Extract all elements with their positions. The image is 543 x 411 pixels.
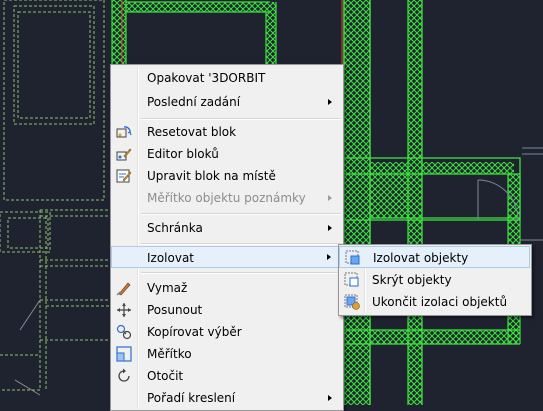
menu-item-edit-in-place[interactable]: Upravit blok na místě bbox=[111, 165, 342, 187]
submenu-arrow-icon bbox=[328, 99, 332, 105]
menu-item-label: Pořadí kreslení bbox=[147, 391, 236, 405]
menu-item-erase[interactable]: Vymaž bbox=[111, 277, 342, 299]
menu-item-label: Schránka bbox=[147, 221, 203, 235]
submenu-item-end-isolation[interactable]: Ukončit izolaci objektů bbox=[339, 291, 530, 313]
menu-item-isolate[interactable]: Izolovat bbox=[111, 246, 342, 268]
menu-item-label: Opakovat '3DORBIT bbox=[147, 71, 266, 85]
menu-separator bbox=[141, 213, 341, 215]
submenu-arrow-icon bbox=[328, 395, 332, 401]
move-icon bbox=[117, 303, 131, 317]
block-editor-icon bbox=[116, 148, 132, 161]
context-menu: Opakovat '3DORBIT Poslední zadání Reseto… bbox=[110, 64, 344, 411]
left-wall bbox=[111, 0, 127, 64]
submenu-item-isolate-objects[interactable]: Izolovat objekty bbox=[339, 246, 530, 268]
copy-icon bbox=[116, 324, 132, 340]
menu-item-label: Editor bloků bbox=[147, 147, 219, 161]
menu-item-label: Skrýt objekty bbox=[372, 273, 452, 287]
menu-item-label: Posunout bbox=[147, 303, 203, 317]
menu-item-move[interactable]: Posunout bbox=[111, 299, 342, 321]
menu-item-annotation-scale: Měřítko objektu poznámky bbox=[111, 187, 342, 209]
erase-icon bbox=[116, 282, 131, 296]
menu-item-reset-block[interactable]: Resetovat blok bbox=[111, 121, 342, 143]
hide-objects-icon bbox=[344, 272, 359, 287]
scale-icon bbox=[116, 346, 132, 362]
menu-item-recent-input[interactable]: Poslední zadání bbox=[111, 91, 342, 113]
menu-item-label: Resetovat blok bbox=[147, 125, 237, 139]
rotate-icon bbox=[118, 368, 130, 382]
menu-item-copy-selection[interactable]: Kopírovat výběr bbox=[111, 321, 342, 343]
menu-item-block-editor[interactable]: Editor bloků bbox=[111, 143, 342, 165]
menu-item-repeat-3dorbit[interactable]: Opakovat '3DORBIT bbox=[111, 67, 342, 89]
menu-item-label: Upravit blok na místě bbox=[147, 169, 276, 183]
submenu-arrow-icon bbox=[328, 195, 332, 201]
menu-item-clipboard[interactable]: Schránka bbox=[111, 217, 342, 239]
submenu-item-hide-objects[interactable]: Skrýt objekty bbox=[339, 269, 530, 291]
menu-separator bbox=[141, 272, 341, 274]
menu-item-label: Kopírovat výběr bbox=[147, 325, 242, 339]
menu-item-label: Poslední zadání bbox=[147, 95, 241, 109]
edit-in-place-icon bbox=[116, 169, 132, 183]
menu-item-rotate[interactable]: Otočit bbox=[111, 365, 342, 387]
menu-item-label: Izolovat bbox=[147, 251, 195, 265]
submenu-arrow-icon bbox=[327, 254, 331, 260]
menu-item-draw-order[interactable]: Pořadí kreslení bbox=[111, 387, 342, 409]
reset-block-icon bbox=[116, 126, 132, 138]
end-isolation-icon bbox=[344, 294, 360, 310]
menu-item-label: Měřítko bbox=[147, 347, 192, 361]
menu-separator bbox=[141, 243, 341, 245]
menu-item-label: Otočit bbox=[147, 369, 184, 383]
menu-item-label: Vymaž bbox=[147, 281, 188, 295]
menu-item-label: Ukončit izolaci objektů bbox=[372, 295, 508, 309]
menu-item-scale[interactable]: Měřítko bbox=[111, 343, 342, 365]
submenu-arrow-icon bbox=[328, 225, 332, 231]
menu-separator bbox=[141, 118, 341, 120]
menu-item-label: Izolovat objekty bbox=[373, 251, 469, 265]
isolate-objects-icon bbox=[345, 250, 360, 265]
menu-item-label: Měřítko objektu poznámky bbox=[147, 191, 306, 205]
isolate-submenu: Izolovat objekty Skrýt objekty Ukončit i… bbox=[338, 244, 532, 316]
